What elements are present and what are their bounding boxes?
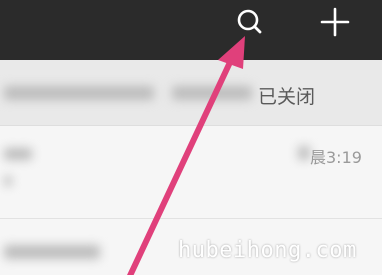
- blurred-time-prefix: [298, 146, 310, 160]
- search-icon[interactable]: [231, 4, 267, 40]
- notice-text: 已关闭: [258, 86, 316, 108]
- top-bar: [0, 0, 382, 60]
- plus-icon[interactable]: [317, 4, 353, 40]
- list-item[interactable]: 晨3:19: [0, 126, 382, 219]
- blurred-name: [4, 245, 100, 259]
- blurred-text: [172, 86, 252, 100]
- watermark-text: hubeihong.com: [178, 238, 357, 263]
- chat-time: 晨3:19: [310, 148, 362, 167]
- blurred-text: [4, 86, 154, 100]
- blurred-name: [4, 148, 32, 160]
- blurred-preview: [4, 176, 12, 186]
- notice-banner[interactable]: 已关闭: [0, 60, 382, 126]
